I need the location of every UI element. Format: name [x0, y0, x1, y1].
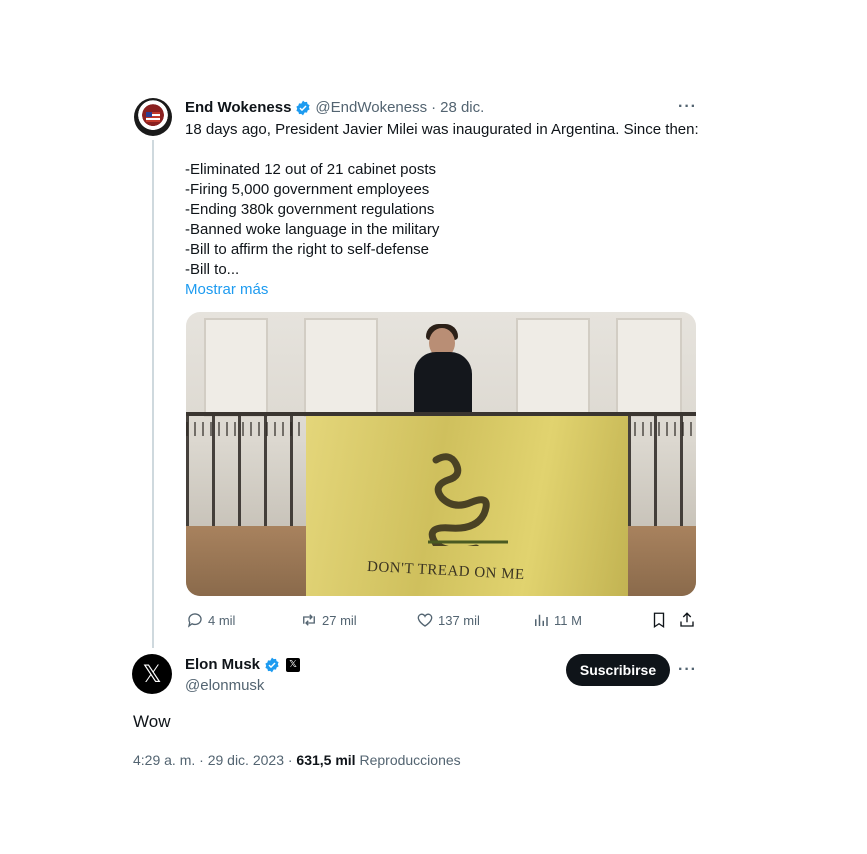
thread-line — [152, 140, 154, 648]
end-wokeness-avatar[interactable] — [134, 98, 172, 136]
share-button[interactable] — [678, 611, 700, 629]
reply-icon — [187, 613, 202, 628]
tweet-photo[interactable]: DON'T TREAD ON ME — [186, 312, 696, 596]
views-count: 631,5 mil — [296, 752, 356, 768]
views-icon — [535, 614, 548, 626]
tweet-meta: 4:29 a. m. · 29 dic. 2023 · 631,5 mil Re… — [133, 752, 461, 768]
author-name[interactable]: End Wokeness — [185, 99, 291, 116]
verified-badge-icon — [296, 100, 311, 115]
quoted-tweet-header: End Wokeness @EndWokeness · 28 dic. — [185, 99, 484, 116]
avatar-flag-icon — [146, 112, 160, 122]
bookmark-icon — [653, 612, 665, 629]
author-handle[interactable]: @elonmusk — [185, 677, 264, 694]
author-handle[interactable]: @EndWokeness — [315, 99, 427, 116]
tweet-date[interactable]: 28 dic. — [440, 99, 484, 116]
share-icon — [680, 612, 694, 627]
snake-icon — [428, 453, 508, 546]
reply-tweet-text: Wow — [133, 712, 171, 731]
author-name[interactable]: Elon Musk — [185, 656, 260, 673]
reply-count: 4 mil — [208, 612, 236, 628]
separator: · — [431, 99, 437, 116]
like-icon — [417, 613, 433, 627]
repost-count: 27 mil — [322, 612, 357, 628]
views-count: 11 M — [554, 612, 582, 628]
show-more-link[interactable]: Mostrar más — [185, 281, 268, 298]
like-button[interactable]: 137 mil — [416, 611, 480, 629]
repost-button[interactable]: 27 mil — [300, 611, 357, 629]
more-icon[interactable]: ··· — [678, 661, 697, 679]
quoted-tweet-text: 18 days ago, President Javier Milei was … — [185, 121, 699, 278]
views-label: Reproducciones — [355, 752, 461, 768]
x-logo-icon: 𝕏 — [142, 660, 162, 688]
elon-musk-avatar[interactable]: 𝕏 — [132, 654, 172, 694]
repost-icon — [303, 614, 315, 626]
views-button[interactable]: 11 M — [532, 611, 582, 629]
like-count: 137 mil — [438, 612, 480, 628]
bookmark-button[interactable] — [650, 611, 672, 629]
subscribe-button[interactable]: Suscribirse — [566, 654, 670, 686]
timestamp[interactable]: 4:29 a. m. · 29 dic. 2023 · — [133, 752, 296, 768]
verified-badge-icon — [265, 657, 279, 672]
reply-tweet-header: Elon Musk 𝕏 — [185, 656, 301, 673]
x-affiliate-badge-icon: 𝕏 — [286, 657, 301, 672]
more-icon[interactable]: ··· — [678, 98, 697, 116]
reply-button[interactable]: 4 mil — [186, 611, 235, 629]
